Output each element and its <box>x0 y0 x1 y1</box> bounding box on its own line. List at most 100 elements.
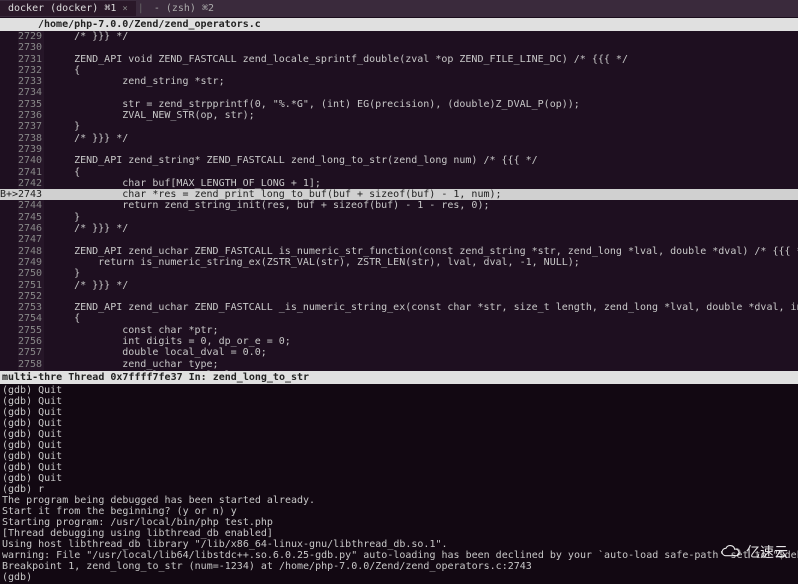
breakpoint-gutter[interactable] <box>0 65 18 76</box>
breakpoint-gutter[interactable] <box>0 200 18 211</box>
line-number: 2755 <box>18 325 44 336</box>
breakpoint-gutter[interactable] <box>0 110 18 121</box>
code-line[interactable]: 2748 ZEND_API zend_uchar ZEND_FASTCALL i… <box>0 246 798 257</box>
gdb-line: (gdb) Quit <box>2 418 796 429</box>
code-text: int digits = 0, dp_or_e = 0; <box>44 336 291 347</box>
breakpoint-gutter[interactable] <box>0 178 18 189</box>
code-line[interactable]: 2737 } <box>0 121 798 132</box>
line-number: 2752 <box>18 291 44 302</box>
breakpoint-gutter[interactable] <box>0 54 18 65</box>
code-line[interactable]: 2752 <box>0 291 798 302</box>
code-line[interactable]: B+>2743 char *res = zend_print_long_to_b… <box>0 189 798 200</box>
breakpoint-gutter[interactable] <box>0 268 18 279</box>
line-number: 2754 <box>18 313 44 324</box>
code-editor[interactable]: 2729 /* }}} */27302731 ZEND_API void ZEN… <box>0 31 798 371</box>
code-line[interactable]: 2730 <box>0 42 798 53</box>
tab-1[interactable]: - (zsh)⌘2 <box>146 1 222 16</box>
breakpoint-gutter[interactable] <box>0 212 18 223</box>
code-text: str = zend_strpprintf(0, "%.*G", (int) E… <box>44 99 580 110</box>
breakpoint-gutter[interactable] <box>0 223 18 234</box>
code-line[interactable]: 2751 /* }}} */ <box>0 280 798 291</box>
breakpoint-gutter[interactable] <box>0 302 18 313</box>
code-line[interactable]: 2750 } <box>0 268 798 279</box>
breakpoint-gutter[interactable] <box>0 234 18 245</box>
code-line[interactable]: 2732 { <box>0 65 798 76</box>
breakpoint-gutter[interactable] <box>0 257 18 268</box>
code-line[interactable]: 2731 ZEND_API void ZEND_FASTCALL zend_lo… <box>0 54 798 65</box>
tab-label: - (zsh) <box>154 3 196 14</box>
code-line[interactable]: 2746 /* }}} */ <box>0 223 798 234</box>
breakpoint-gutter[interactable] <box>0 370 18 371</box>
breakpoint-gutter[interactable] <box>0 155 18 166</box>
code-line[interactable]: 2758 zend_uchar type; <box>0 359 798 370</box>
watermark-text: 亿速云 <box>746 542 788 562</box>
line-number: 2756 <box>18 336 44 347</box>
code-text: { <box>44 65 80 76</box>
gdb-line: (gdb) Quit <box>2 429 796 440</box>
line-number: 2731 <box>18 54 44 65</box>
line-number: 2750 <box>18 268 44 279</box>
breakpoint-gutter[interactable] <box>0 42 18 53</box>
breakpoint-gutter[interactable] <box>0 246 18 257</box>
code-line[interactable]: 2733 zend_string *str; <box>0 76 798 87</box>
code-line[interactable]: 2738 /* }}} */ <box>0 133 798 144</box>
line-number: 2738 <box>18 133 44 144</box>
code-line[interactable]: 2739 <box>0 144 798 155</box>
breakpoint-gutter[interactable] <box>0 313 18 324</box>
line-number: 2751 <box>18 280 44 291</box>
code-line[interactable]: 2734 <box>0 87 798 98</box>
code-text: ZEND_API zend_uchar ZEND_FASTCALL is_num… <box>44 246 798 257</box>
line-number: 2732 <box>18 65 44 76</box>
code-text: zend_string *str; <box>44 76 225 87</box>
breakpoint-gutter[interactable] <box>0 87 18 98</box>
code-text <box>44 87 50 98</box>
breakpoint-gutter[interactable] <box>0 347 18 358</box>
breakpoint-gutter[interactable] <box>0 336 18 347</box>
code-line[interactable]: 2740 ZEND_API zend_string* ZEND_FASTCALL… <box>0 155 798 166</box>
code-line[interactable]: 2756 int digits = 0, dp_or_e = 0; <box>0 336 798 347</box>
code-line[interactable]: 2735 str = zend_strpprintf(0, "%.*G", (i… <box>0 99 798 110</box>
code-line[interactable]: 2749 return is_numeric_string_ex(ZSTR_VA… <box>0 257 798 268</box>
gdb-line: Starting program: /usr/local/bin/php tes… <box>2 517 796 528</box>
file-path: /home/php-7.0.0/Zend/zend_operators.c <box>38 19 261 30</box>
code-text: return zend_string_init(res, buf + sizeo… <box>44 200 490 211</box>
breakpoint-gutter[interactable] <box>0 167 18 178</box>
code-text: } <box>44 212 80 223</box>
code-line[interactable]: 2744 return zend_string_init(res, buf + … <box>0 200 798 211</box>
code-text: const char *ptr; <box>44 325 219 336</box>
breakpoint-gutter[interactable] <box>0 280 18 291</box>
breakpoint-gutter[interactable] <box>0 325 18 336</box>
line-number: 2745 <box>18 212 44 223</box>
breakpoint-gutter[interactable] <box>0 99 18 110</box>
breakpoint-gutter[interactable] <box>0 121 18 132</box>
code-line[interactable]: 2729 /* }}} */ <box>0 31 798 42</box>
gdb-line: (gdb) r <box>2 484 796 495</box>
code-text <box>44 42 50 53</box>
breakpoint-gutter[interactable] <box>0 133 18 144</box>
breakpoint-gutter[interactable] <box>0 291 18 302</box>
gdb-line: [Thread debugging using libthread_db ena… <box>2 528 796 539</box>
code-line[interactable]: 2753 ZEND_API zend_uchar ZEND_FASTCALL _… <box>0 302 798 313</box>
code-line[interactable]: 2754 { <box>0 313 798 324</box>
breakpoint-gutter[interactable] <box>0 359 18 370</box>
breakpoint-gutter[interactable] <box>0 76 18 87</box>
breakpoint-gutter[interactable] <box>0 144 18 155</box>
tab-0[interactable]: docker (docker)⌘1× <box>0 1 136 16</box>
code-line[interactable]: 2757 double local_dval = 0.0; <box>0 347 798 358</box>
code-text: ZVAL_NEW_STR(op, str); <box>44 110 255 121</box>
code-text: } <box>44 121 80 132</box>
tab-bar: docker (docker)⌘1×|- (zsh)⌘2 <box>0 0 798 18</box>
code-line[interactable]: 2747 <box>0 234 798 245</box>
gdb-line: Breakpoint 1, zend_long_to_str (num=-123… <box>2 561 796 572</box>
code-line[interactable]: 2741 { <box>0 167 798 178</box>
code-line[interactable]: 2736 ZVAL_NEW_STR(op, str); <box>0 110 798 121</box>
code-line[interactable]: 2742 char buf[MAX_LENGTH_OF_LONG + 1]; <box>0 178 798 189</box>
code-text: ZEND_API void ZEND_FASTCALL zend_locale_… <box>44 54 628 65</box>
close-icon[interactable]: × <box>122 4 127 14</box>
code-line[interactable]: 2745 } <box>0 212 798 223</box>
code-text: { <box>44 167 80 178</box>
breakpoint-gutter[interactable] <box>0 31 18 42</box>
breakpoint-gutter[interactable]: B+> <box>0 189 18 200</box>
code-line[interactable]: 2755 const char *ptr; <box>0 325 798 336</box>
gdb-console[interactable]: (gdb) Quit(gdb) Quit(gdb) Quit(gdb) Quit… <box>0 384 798 584</box>
